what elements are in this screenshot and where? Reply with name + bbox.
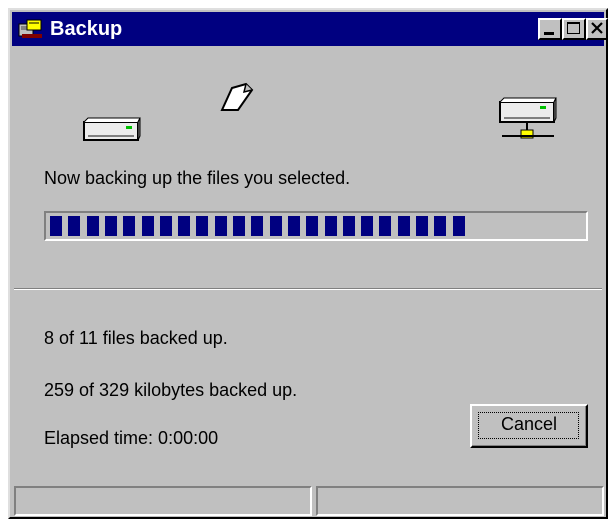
progress-block	[215, 216, 227, 236]
elapsed-time-text: Elapsed time: 0:00:00	[44, 428, 219, 448]
close-button[interactable]	[586, 18, 608, 40]
progress-block	[343, 216, 355, 236]
maximize-icon	[567, 22, 580, 34]
progress-block	[398, 216, 410, 236]
progress-block	[453, 216, 465, 236]
network-drive-icon	[494, 96, 562, 149]
status-bar	[12, 486, 604, 516]
progress-block	[50, 216, 62, 236]
progress-block	[68, 216, 80, 236]
cancel-button-label: Cancel	[500, 414, 558, 434]
progress-block	[288, 216, 300, 236]
maximize-button[interactable]	[562, 18, 586, 40]
progress-block	[105, 216, 117, 236]
files-progress-text: 8 of 11 files backed up.	[44, 328, 228, 348]
progress-block	[270, 216, 282, 236]
cancel-button[interactable]: Cancel	[470, 404, 588, 448]
backup-window: Backup Now backing up the files you sele…	[8, 8, 608, 519]
backup-progress-bar	[44, 211, 588, 241]
kilobytes-progress-text: 259 of 329 kilobytes backed up.	[44, 380, 298, 400]
title-bar[interactable]: Backup	[12, 12, 608, 46]
progress-block	[361, 216, 373, 236]
progress-block	[196, 216, 208, 236]
progress-fill	[48, 216, 584, 236]
progress-block	[123, 216, 135, 236]
progress-block	[142, 216, 154, 236]
minimize-button[interactable]	[538, 18, 562, 40]
minimize-icon	[544, 32, 554, 35]
close-icon	[591, 22, 603, 34]
progress-block	[233, 216, 245, 236]
separator	[14, 288, 602, 290]
status-pane-2	[316, 486, 604, 516]
progress-block	[434, 216, 446, 236]
progress-block	[379, 216, 391, 236]
progress-block	[416, 216, 428, 236]
window-title: Backup	[50, 18, 123, 40]
progress-block	[306, 216, 318, 236]
progress-block	[251, 216, 263, 236]
progress-block	[325, 216, 337, 236]
progress-block	[160, 216, 172, 236]
drive-icon	[78, 116, 142, 153]
backup-app-icon	[18, 18, 44, 40]
status-message: Now backing up the files you selected.	[44, 168, 351, 188]
status-pane-1	[14, 486, 312, 516]
progress-block	[178, 216, 190, 236]
flying-document-icon	[216, 80, 256, 119]
progress-block	[87, 216, 99, 236]
